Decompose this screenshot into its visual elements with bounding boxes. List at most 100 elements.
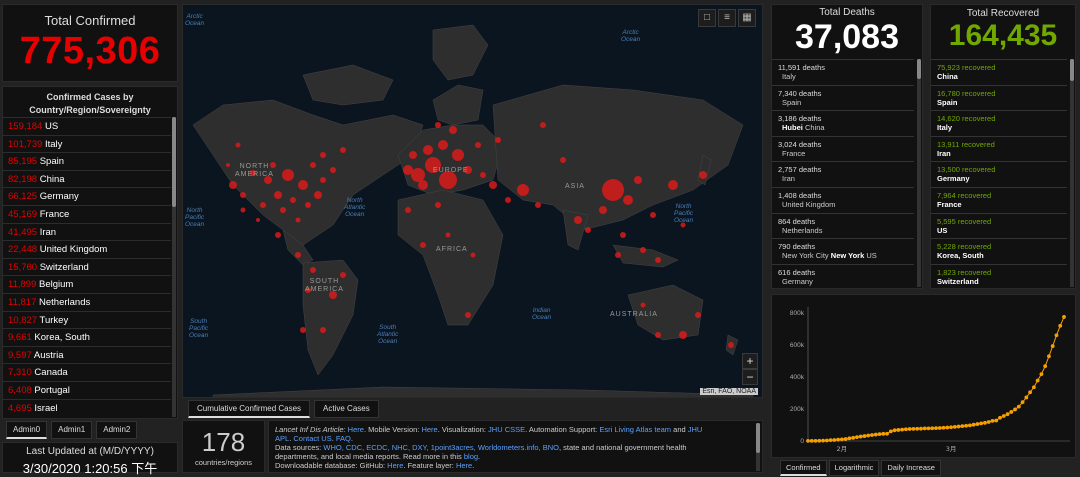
apl-link[interactable]: APL: [275, 434, 289, 443]
scrollbar-thumb[interactable]: [1070, 59, 1074, 81]
deaths-list-item[interactable]: 864 deaths Netherlands: [772, 212, 914, 239]
data-point[interactable]: [926, 426, 931, 431]
confirmed-list-item[interactable]: 41,495 Iran: [3, 222, 171, 241]
data-point[interactable]: [934, 426, 938, 431]
confirmed-list-item[interactable]: 85,195 Spain: [3, 152, 171, 170]
data-point[interactable]: [1031, 385, 1036, 390]
data-point[interactable]: [870, 433, 874, 437]
data-point[interactable]: [922, 426, 927, 431]
data-point[interactable]: [1043, 364, 1048, 369]
data-point[interactable]: [994, 418, 999, 423]
recovered-list-item[interactable]: 13,500 recovered Germany: [931, 161, 1067, 187]
confirmed-list-item[interactable]: 101,739 Italy: [3, 134, 171, 153]
data-point[interactable]: [858, 434, 863, 439]
world-map[interactable]: Arctic Ocean Arctic Ocean NORTH AMERICA EUR…: [182, 4, 763, 398]
data-point[interactable]: [1009, 410, 1014, 414]
data-point[interactable]: [945, 425, 950, 430]
data-point[interactable]: [817, 438, 822, 443]
confirmed-list-item[interactable]: 9,597 Austria: [3, 345, 171, 364]
data-point[interactable]: [919, 426, 923, 431]
confirmed-list-item[interactable]: 9,661 Korea, South: [3, 328, 171, 346]
recovered-list-item[interactable]: 5,595 recovered US: [931, 212, 1067, 239]
scrollbar-thumb[interactable]: [756, 423, 760, 453]
data-point[interactable]: [851, 435, 856, 440]
recovered-list-item[interactable]: 5,228 recovered Korea, South: [931, 238, 1067, 264]
data-point[interactable]: [1020, 400, 1025, 405]
data-point[interactable]: [843, 437, 848, 441]
confirmed-list-item[interactable]: 7,310 Canada: [3, 363, 171, 381]
confirmed-list-item[interactable]: 11,817 Netherlands: [3, 292, 171, 311]
data-point[interactable]: [1062, 315, 1066, 319]
confirmed-list-item[interactable]: 11,899 Belgium: [3, 275, 171, 293]
deaths-list-scrollbar[interactable]: [917, 59, 921, 287]
data-point[interactable]: [1054, 333, 1059, 338]
recovered-list-item[interactable]: 7,964 recovered France: [931, 186, 1067, 213]
bookmark-icon[interactable]: □: [698, 9, 716, 27]
confirmed-list-item[interactable]: 22,448 United Kingdom: [3, 240, 171, 258]
faq-link[interactable]: FAQ: [336, 434, 351, 443]
esri-link[interactable]: Esri Living Atlas team: [599, 425, 671, 434]
confirmed-list-item[interactable]: 6,408 Portugal: [3, 380, 171, 399]
deaths-list-item[interactable]: 7,340 deaths Spain: [772, 84, 914, 111]
confirmed-list-scrollbar[interactable]: [172, 117, 176, 417]
map-tab-1[interactable]: Active Cases: [314, 400, 379, 418]
data-point[interactable]: [1047, 354, 1051, 359]
jhu-link[interactable]: JHU: [688, 425, 703, 434]
data-point[interactable]: [888, 429, 893, 434]
data-point[interactable]: [847, 436, 852, 441]
data-point[interactable]: [949, 425, 953, 430]
admin-tab-2[interactable]: Admin2: [96, 421, 138, 439]
data-point[interactable]: [809, 438, 814, 443]
data-point[interactable]: [907, 427, 912, 431]
data-point[interactable]: [915, 426, 920, 431]
confirmed-list-item[interactable]: 159,184 US: [3, 117, 171, 135]
data-point[interactable]: [911, 426, 916, 431]
admin-tab-1[interactable]: Admin1: [51, 421, 93, 439]
data-point[interactable]: [971, 422, 976, 427]
data-point[interactable]: [903, 427, 908, 432]
confirmed-list-item[interactable]: 82,198 China: [3, 169, 171, 188]
chart-tab-1[interactable]: Logarithmic: [828, 460, 880, 476]
feature-layer-link[interactable]: Here: [456, 461, 472, 470]
data-point[interactable]: [855, 435, 859, 440]
chart-tab-2[interactable]: Daily Increase: [881, 460, 941, 476]
data-point[interactable]: [896, 428, 901, 432]
recovered-list-item[interactable]: 14,620 recovered Italy: [931, 110, 1067, 136]
jhu-csse-link[interactable]: JHU CSSE: [488, 425, 525, 434]
deaths-list-item[interactable]: 1,408 deaths United Kingdom: [772, 186, 914, 213]
data-point[interactable]: [964, 423, 969, 428]
data-point[interactable]: [1035, 378, 1040, 383]
recovered-list-scrollbar[interactable]: [1070, 59, 1074, 287]
confirmed-list-item[interactable]: 4,695 Israel: [3, 398, 171, 417]
contact-us-link[interactable]: Contact US: [293, 434, 331, 443]
data-point[interactable]: [813, 438, 818, 443]
grid-icon[interactable]: ▦: [738, 9, 756, 27]
deaths-list-item[interactable]: 2,757 deaths Iran: [772, 161, 914, 187]
scrollbar-thumb[interactable]: [917, 59, 921, 79]
data-point[interactable]: [885, 431, 889, 436]
data-sources-link[interactable]: WHO, CDC, ECDC, NHC, DXY, 1point3acres, …: [323, 443, 559, 452]
blog-link[interactable]: blog: [464, 452, 478, 461]
data-point[interactable]: [806, 439, 810, 443]
data-point[interactable]: [1016, 404, 1021, 409]
data-point[interactable]: [960, 424, 965, 429]
deaths-list-item[interactable]: 11,591 deaths Italy: [772, 59, 914, 85]
admin-tab-0[interactable]: Admin0: [6, 421, 48, 439]
data-point[interactable]: [866, 433, 871, 438]
data-point[interactable]: [1058, 323, 1063, 328]
data-point[interactable]: [975, 422, 980, 426]
data-point[interactable]: [832, 438, 837, 442]
data-point[interactable]: [836, 437, 841, 442]
data-point[interactable]: [839, 437, 844, 442]
deaths-list-item[interactable]: 3,186 deaths Hubei China: [772, 110, 914, 136]
recovered-list-item[interactable]: 75,923 recovered China: [931, 59, 1067, 85]
data-point[interactable]: [952, 424, 957, 429]
data-point[interactable]: [967, 423, 972, 428]
data-point[interactable]: [930, 426, 935, 431]
data-point[interactable]: [998, 415, 1002, 420]
data-point[interactable]: [1039, 372, 1044, 377]
data-point[interactable]: [1001, 414, 1006, 418]
map-tab-0[interactable]: Cumulative Confirmed Cases: [188, 400, 311, 418]
confirmed-list-item[interactable]: 45,169 France: [3, 204, 171, 223]
confirmed-list-item[interactable]: 10,827 Turkey: [3, 310, 171, 329]
